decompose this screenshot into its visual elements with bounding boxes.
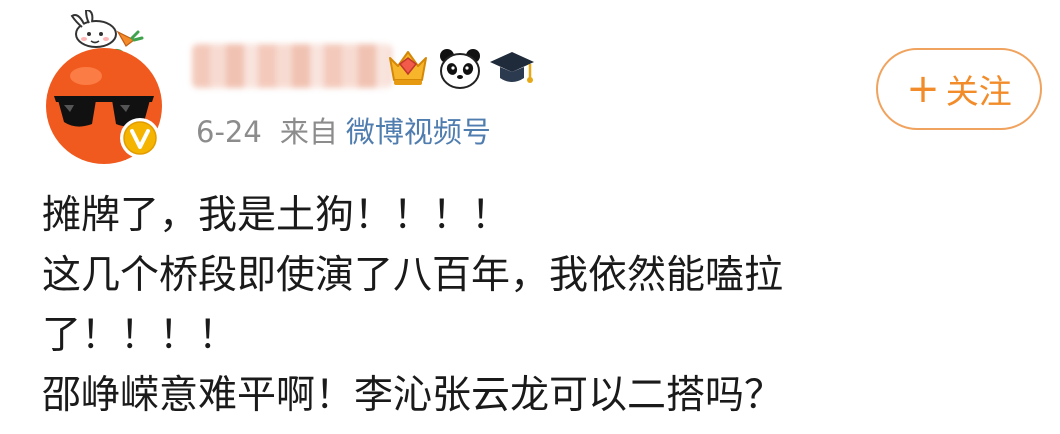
rabbit-icon [70, 10, 117, 48]
post-content-line: 这几个桥段即使演了八百年，我依然能嗑拉 [42, 253, 784, 298]
follow-button[interactable]: + 关注 [876, 48, 1042, 130]
avatar[interactable] [34, 10, 174, 170]
weibo-post-card: 6-24 来自 微博视频号 + 关注 摊牌了，我是土狗！！！！ 这几个桥段即使演了八… [0, 0, 1060, 434]
verified-v-icon [120, 118, 160, 158]
post-content-line: 摊牌了，我是土狗！！！！ [42, 193, 511, 238]
post-date: 6-24 [196, 115, 262, 149]
source-link[interactable]: 微博视频号 [346, 115, 491, 149]
from-label: 来自 [279, 115, 338, 149]
follow-label: 关注 [945, 72, 1012, 111]
carrot-icon [116, 30, 144, 47]
plus-icon: + [906, 66, 940, 112]
post-meta: 6-24 来自 微博视频号 [196, 110, 491, 154]
avatar-orange-sunglasses [46, 10, 162, 164]
username-blurred[interactable] [192, 44, 392, 88]
crown-badge-icon[interactable] [384, 44, 432, 92]
panda-icon[interactable] [436, 44, 484, 92]
post-content-line: 邵峥嵘意难平啊！李沁张云龙可以二搭吗？ [42, 373, 784, 418]
graduation-cap-icon[interactable] [488, 44, 536, 92]
post-content-line: 了！！！！ [42, 313, 238, 358]
post-content: 摊牌了，我是土狗！！！！ 这几个桥段即使演了八百年，我依然能嗑拉 了！！！！ 邵… [42, 186, 1022, 426]
